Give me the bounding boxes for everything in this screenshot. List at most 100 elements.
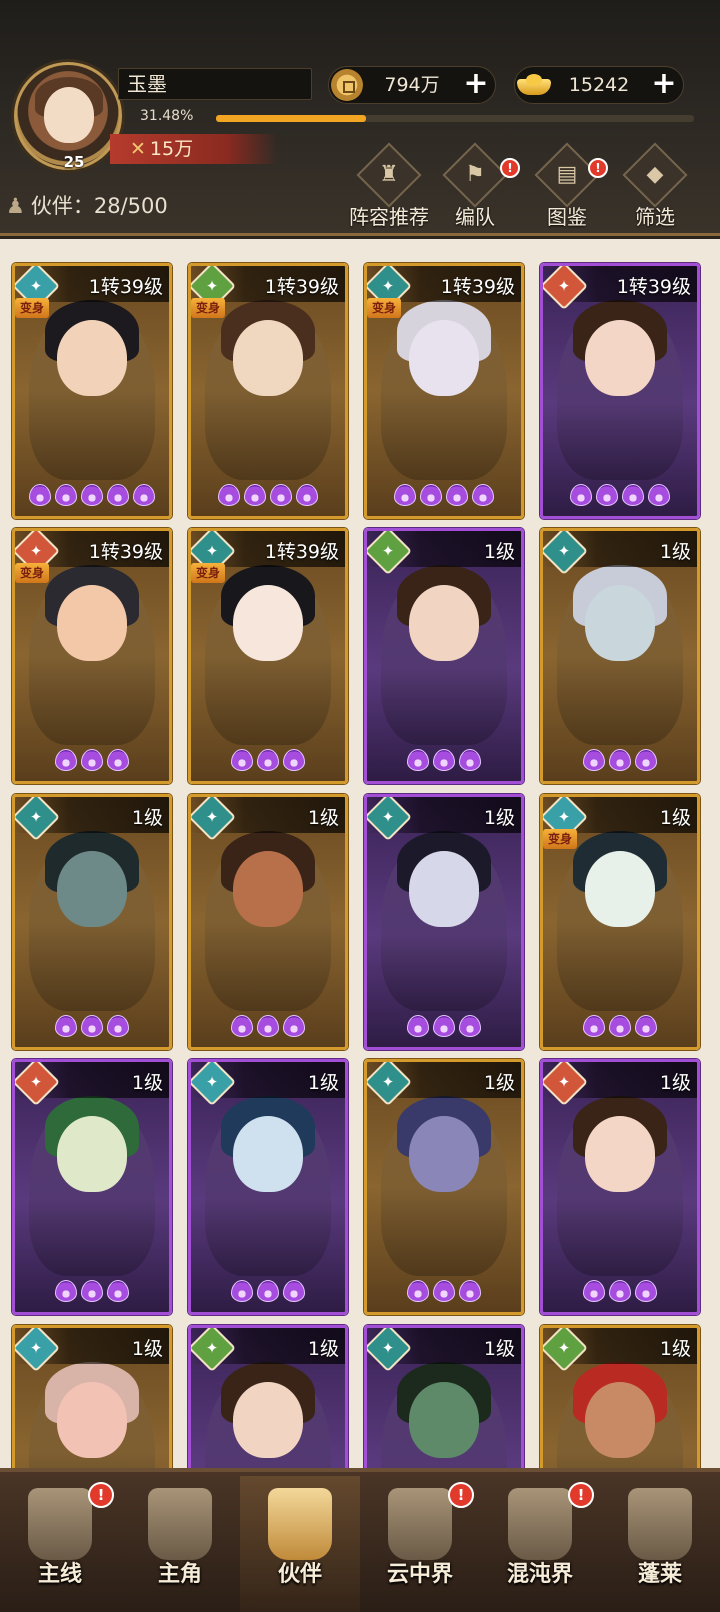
partner-card[interactable]: 1转39级 ✦ 变身 <box>188 263 348 519</box>
star-rating <box>15 749 169 775</box>
partner-level: 1转39级 <box>88 541 163 563</box>
nav-label: 伙伴 <box>277 1562 322 1587</box>
partner-card[interactable]: 1级 ✦ <box>540 1059 700 1315</box>
purple-flame-star-icon <box>433 1015 455 1037</box>
portrait-face <box>585 585 655 661</box>
star-rating <box>191 1280 345 1306</box>
purple-flame-star-icon <box>55 1015 77 1037</box>
add-gold-button[interactable]: + <box>649 69 679 100</box>
partners-icon: ♟ <box>6 194 25 218</box>
team-label: 编队 <box>455 205 495 229</box>
partner-level: 1级 <box>131 807 163 829</box>
portrait-face <box>233 1382 303 1458</box>
partner-count: 伙伴：28/500 <box>30 194 168 218</box>
purple-flame-star-icon <box>472 484 494 506</box>
filter-icon: ◆ <box>622 142 688 208</box>
lineup-recommend-button[interactable]: ♜ 阵容推荐 <box>344 142 434 230</box>
filter-label: 筛选 <box>635 205 675 229</box>
lineup-icon: ♜ <box>356 142 422 208</box>
partner-card[interactable]: 1级 ✦ 变身 <box>540 794 700 1050</box>
partner-card[interactable]: 1级 ✦ <box>364 794 524 1050</box>
partner-card[interactable]: 1级 ✦ <box>540 1325 700 1479</box>
purple-flame-star-icon <box>218 484 240 506</box>
partner-card[interactable]: 1转39级 ✦ <box>540 263 700 519</box>
nav-cloud-realm[interactable]: 云中界! <box>360 1476 480 1612</box>
nav-penglai[interactable]: 蓬莱 <box>600 1476 720 1612</box>
purple-flame-star-icon <box>433 1280 455 1302</box>
partner-card[interactable]: 1级 ✦ <box>364 528 524 784</box>
nav-hero[interactable]: 主角 <box>120 1476 240 1612</box>
portrait-face <box>409 585 479 661</box>
partner-card[interactable]: 1级 ✦ <box>540 528 700 784</box>
partner-card[interactable]: 1级 ✦ <box>12 1059 172 1315</box>
purple-flame-star-icon <box>459 1015 481 1037</box>
portrait-face <box>409 851 479 927</box>
nav-label: 主角 <box>157 1562 202 1587</box>
star-rating <box>191 749 345 775</box>
team-button[interactable]: ⚑ 编队 ! <box>430 142 520 230</box>
codex-button[interactable]: ▤ 图鉴 ! <box>522 142 612 230</box>
partner-card[interactable]: 1转39级 ✦ 变身 <box>364 263 524 519</box>
partner-card[interactable]: 1级 ✦ <box>12 794 172 1050</box>
purple-flame-star-icon <box>283 749 305 771</box>
star-rating <box>191 1015 345 1041</box>
partner-card[interactable]: 1级 ✦ <box>188 1059 348 1315</box>
purple-flame-star-icon <box>283 1015 305 1037</box>
partner-level: 1级 <box>307 807 339 829</box>
nav-main-story[interactable]: 主线! <box>0 1476 120 1612</box>
star-rating <box>15 1015 169 1041</box>
purple-flame-star-icon <box>433 749 455 771</box>
bottom-navigation: 主线! 主角 伙伴 云中界! 混沌界! 蓬莱 <box>0 1468 720 1612</box>
partner-card[interactable]: 1级 ✦ <box>12 1325 172 1479</box>
purple-flame-star-icon <box>570 484 592 506</box>
codex-alert-badge: ! <box>588 158 608 178</box>
partner-card[interactable]: 1级 ✦ <box>364 1325 524 1479</box>
purple-flame-star-icon <box>609 1015 631 1037</box>
hero-icon <box>148 1488 212 1560</box>
purple-flame-star-icon <box>270 484 292 506</box>
purple-flame-star-icon <box>257 1280 279 1302</box>
purple-flame-star-icon <box>635 749 657 771</box>
portrait-face <box>233 1116 303 1192</box>
star-rating <box>191 484 345 510</box>
purple-flame-star-icon <box>394 484 416 506</box>
nav-label: 混沌界 <box>506 1562 573 1587</box>
portrait-face <box>233 851 303 927</box>
penglai-icon <box>628 1488 692 1560</box>
partner-card[interactable]: 1级 ✦ <box>364 1059 524 1315</box>
nav-chaos-realm[interactable]: 混沌界! <box>480 1476 600 1612</box>
partner-level: 1级 <box>659 1072 691 1094</box>
partner-card[interactable]: 1转39级 ✦ 变身 <box>12 263 172 519</box>
star-rating <box>543 484 697 510</box>
partner-level: 1转39级 <box>264 276 339 298</box>
partner-card[interactable]: 1级 ✦ <box>188 794 348 1050</box>
purple-flame-star-icon <box>107 1015 129 1037</box>
nav-alert-badge: ! <box>88 1482 114 1508</box>
portrait-face <box>233 585 303 661</box>
transform-badge: 变身 <box>191 298 225 318</box>
star-rating <box>543 1015 697 1041</box>
purple-flame-star-icon <box>133 484 155 506</box>
partner-level: 1级 <box>483 1072 515 1094</box>
partner-card[interactable]: 1转39级 ✦ 变身 <box>188 528 348 784</box>
nav-partners[interactable]: 伙伴 <box>240 1476 360 1612</box>
star-rating <box>15 1280 169 1306</box>
flag-icon: ⚑ <box>442 142 508 208</box>
partner-level: 1级 <box>131 1072 163 1094</box>
player-avatar[interactable]: 25 <box>14 62 122 171</box>
purple-flame-star-icon <box>459 749 481 771</box>
partner-card[interactable]: 1级 ✦ <box>188 1325 348 1479</box>
partner-card[interactable]: 1转39级 ✦ 变身 <box>12 528 172 784</box>
purple-flame-star-icon <box>107 484 129 506</box>
portrait-face <box>409 320 479 396</box>
purple-flame-star-icon <box>648 484 670 506</box>
portrait-face <box>585 851 655 927</box>
portrait-face <box>585 1382 655 1458</box>
transform-badge: 变身 <box>543 829 577 849</box>
purple-flame-star-icon <box>55 1280 77 1302</box>
filter-button[interactable]: ◆ 筛选 <box>610 142 700 230</box>
add-copper-button[interactable]: + <box>461 69 491 100</box>
star-rating <box>367 484 521 510</box>
partner-level: 1转39级 <box>616 276 691 298</box>
partner-level: 1级 <box>659 807 691 829</box>
